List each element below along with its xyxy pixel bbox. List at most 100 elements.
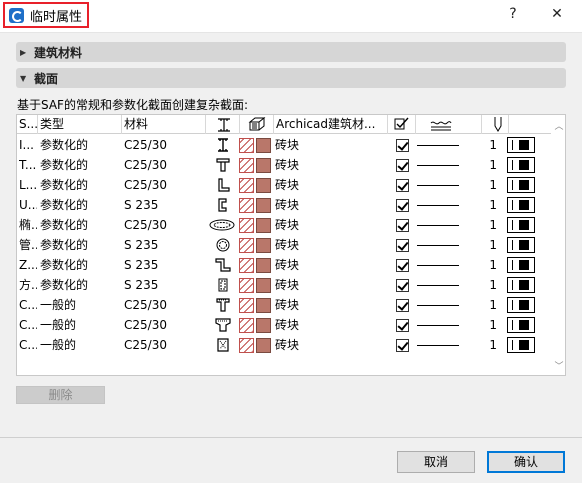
line-type-sample[interactable]: [417, 345, 459, 346]
row-pen[interactable]: 1: [485, 275, 497, 295]
line-type-sample[interactable]: [417, 205, 459, 206]
cut-fill-swatch[interactable]: [239, 178, 254, 193]
cut-fill-swatch[interactable]: [239, 278, 254, 293]
row-archicad-material[interactable]: 砖块: [275, 215, 335, 235]
override-checkbox[interactable]: [396, 239, 409, 252]
cut-fill-swatch[interactable]: [239, 238, 254, 253]
override-checkbox[interactable]: [396, 159, 409, 172]
header-profile[interactable]: [206, 115, 240, 134]
override-checkbox[interactable]: [396, 279, 409, 292]
surface-swatch[interactable]: [256, 238, 271, 253]
override-checkbox[interactable]: [396, 179, 409, 192]
row-pen[interactable]: 1: [485, 215, 497, 235]
cut-fill-swatch[interactable]: [239, 158, 254, 173]
table-row[interactable]: C... 一般的 C25/30 砖块 1: [17, 295, 551, 315]
row-pen[interactable]: 1: [485, 195, 497, 215]
line-type-sample[interactable]: [417, 145, 459, 146]
header-material[interactable]: 材料: [122, 115, 206, 134]
surface-swatch[interactable]: [256, 198, 271, 213]
line-type-sample[interactable]: [417, 305, 459, 306]
table-row[interactable]: 方... 参数化的 S 235 砖块 1: [17, 275, 551, 295]
header-surface[interactable]: [240, 115, 274, 134]
surface-swatch[interactable]: [256, 258, 271, 273]
scroll-down-icon[interactable]: ﹀: [554, 359, 564, 372]
section-cross-sections[interactable]: ▼ 截面: [16, 68, 566, 88]
row-material[interactable]: C25/30: [124, 135, 204, 155]
table-row[interactable]: U... 参数化的 S 235 砖块 1: [17, 195, 551, 215]
table-row[interactable]: Z... 参数化的 S 235 砖块 1: [17, 255, 551, 275]
cut-fill-swatch[interactable]: [239, 198, 254, 213]
row-material[interactable]: S 235: [124, 275, 204, 295]
table-row[interactable]: I... 参数化的 C25/30 砖块 1: [17, 135, 551, 155]
cut-fill-swatch[interactable]: [239, 338, 254, 353]
cut-fill-swatch[interactable]: [239, 298, 254, 313]
help-button[interactable]: ?: [503, 6, 523, 22]
row-archicad-material[interactable]: 砖块: [275, 275, 335, 295]
row-archicad-material[interactable]: 砖块: [275, 155, 335, 175]
row-pen[interactable]: 1: [485, 315, 497, 335]
override-checkbox[interactable]: [396, 139, 409, 152]
row-pen[interactable]: 1: [485, 295, 497, 315]
row-archicad-material[interactable]: 砖块: [275, 235, 335, 255]
vertical-scrollbar[interactable]: ︿ ﹀: [552, 115, 565, 375]
surface-swatch[interactable]: [256, 338, 271, 353]
table-row[interactable]: 椭... 参数化的 C25/30 砖块 1: [17, 215, 551, 235]
override-checkbox[interactable]: [396, 219, 409, 232]
close-button[interactable]: ✕: [547, 6, 567, 22]
table-row[interactable]: L... 参数化的 C25/30 砖块 1: [17, 175, 551, 195]
header-type[interactable]: 类型: [38, 115, 122, 134]
cut-fill-swatch[interactable]: [239, 218, 254, 233]
line-type-sample[interactable]: [417, 325, 459, 326]
pen-swatch[interactable]: [507, 257, 535, 273]
row-archicad-material[interactable]: 砖块: [275, 175, 335, 195]
row-material[interactable]: C25/30: [124, 175, 204, 195]
pen-swatch[interactable]: [507, 337, 535, 353]
row-material[interactable]: S 235: [124, 255, 204, 275]
ok-button[interactable]: 确认: [487, 451, 565, 473]
row-pen[interactable]: 1: [485, 155, 497, 175]
table-row[interactable]: C... 一般的 C25/30 砖块 1: [17, 315, 551, 335]
delete-button[interactable]: 删除: [16, 386, 105, 404]
row-material[interactable]: C25/30: [124, 295, 204, 315]
row-pen[interactable]: 1: [485, 235, 497, 255]
pen-swatch[interactable]: [507, 177, 535, 193]
header-override[interactable]: [388, 115, 416, 134]
line-type-sample[interactable]: [417, 265, 459, 266]
surface-swatch[interactable]: [256, 218, 271, 233]
override-checkbox[interactable]: [396, 339, 409, 352]
table-row[interactable]: C... 一般的 C25/30 砖块 1: [17, 335, 551, 355]
pen-swatch[interactable]: [507, 237, 535, 253]
surface-swatch[interactable]: [256, 178, 271, 193]
pen-swatch[interactable]: [507, 297, 535, 313]
row-archicad-material[interactable]: 砖块: [275, 315, 335, 335]
row-material[interactable]: C25/30: [124, 155, 204, 175]
surface-swatch[interactable]: [256, 318, 271, 333]
pen-swatch[interactable]: [507, 137, 535, 153]
table-row[interactable]: T... 参数化的 C25/30 砖块 1: [17, 155, 551, 175]
pen-swatch[interactable]: [507, 157, 535, 173]
row-material[interactable]: C25/30: [124, 335, 204, 355]
override-checkbox[interactable]: [396, 319, 409, 332]
header-archicad-material[interactable]: Archicad建筑材...: [274, 115, 388, 134]
row-material[interactable]: S 235: [124, 195, 204, 215]
row-pen[interactable]: 1: [485, 255, 497, 275]
row-archicad-material[interactable]: 砖块: [275, 195, 335, 215]
header-saf[interactable]: S...: [17, 115, 38, 134]
cut-fill-swatch[interactable]: [239, 258, 254, 273]
surface-swatch[interactable]: [256, 278, 271, 293]
section-building-materials[interactable]: ▶ 建筑材料: [16, 42, 566, 62]
surface-swatch[interactable]: [256, 298, 271, 313]
pen-swatch[interactable]: [507, 317, 535, 333]
override-checkbox[interactable]: [396, 199, 409, 212]
line-type-sample[interactable]: [417, 165, 459, 166]
line-type-sample[interactable]: [417, 185, 459, 186]
surface-swatch[interactable]: [256, 138, 271, 153]
row-pen[interactable]: 1: [485, 175, 497, 195]
surface-swatch[interactable]: [256, 158, 271, 173]
line-type-sample[interactable]: [417, 245, 459, 246]
row-archicad-material[interactable]: 砖块: [275, 335, 335, 355]
override-checkbox[interactable]: [396, 259, 409, 272]
row-archicad-material[interactable]: 砖块: [275, 255, 335, 275]
pen-swatch[interactable]: [507, 197, 535, 213]
pen-swatch[interactable]: [507, 217, 535, 233]
